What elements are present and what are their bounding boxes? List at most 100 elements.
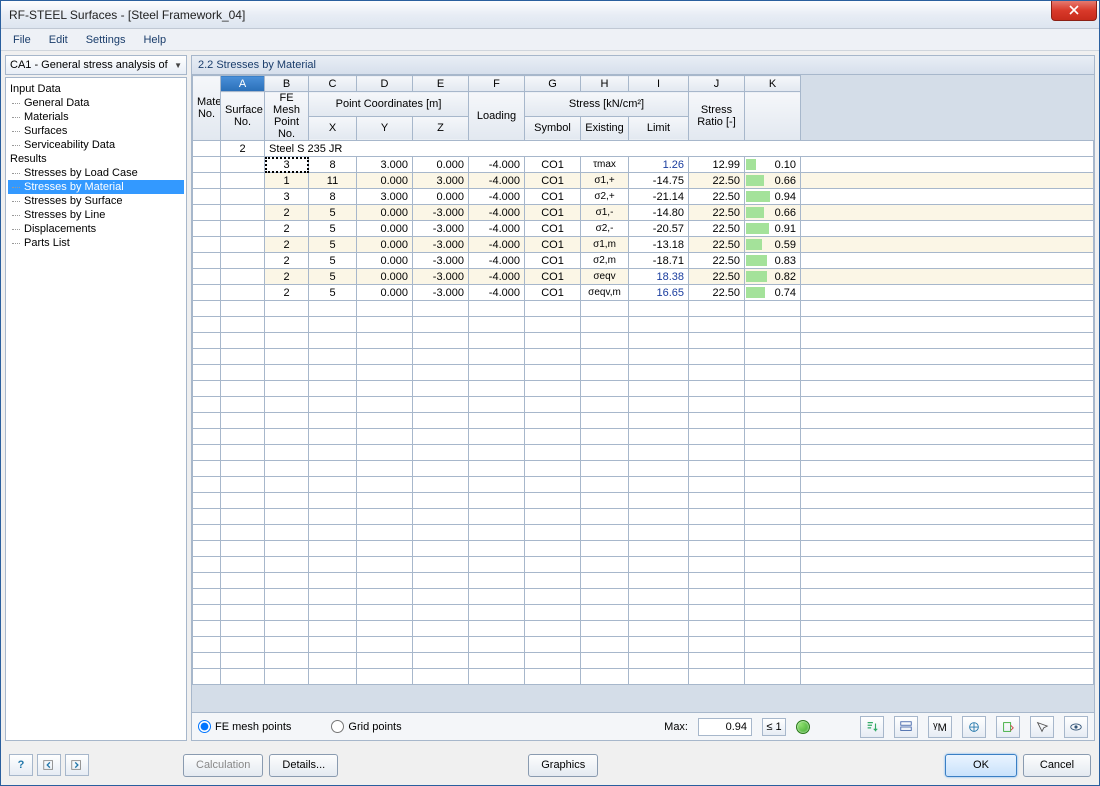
- col-J[interactable]: J: [689, 76, 745, 92]
- hdr-existing[interactable]: Existing: [581, 116, 629, 141]
- table-row[interactable]: 2 5 0.000 -3.000 -4.000 CO1 σ1,m -13.18 …: [193, 237, 1094, 253]
- hdr-y[interactable]: Y: [357, 116, 413, 141]
- tool-view-button[interactable]: [1064, 716, 1088, 738]
- cell-ratio[interactable]: 0.10: [745, 157, 801, 173]
- col-A[interactable]: A: [221, 76, 265, 92]
- tree-parts-list[interactable]: Parts List: [8, 236, 184, 250]
- cell-k[interactable]: [801, 237, 1094, 253]
- cell-existing[interactable]: -14.80: [629, 205, 689, 221]
- hdr-material-no[interactable]: MaterialNo.: [193, 76, 221, 141]
- results-table[interactable]: MaterialNo. A B C D E F G H I J K: [192, 75, 1094, 685]
- cell-limit[interactable]: 22.50: [689, 189, 745, 205]
- cell-symbol[interactable]: σeqv: [581, 269, 629, 285]
- tree-general-data[interactable]: General Data: [8, 96, 184, 110]
- cell-x[interactable]: 0.000: [357, 253, 413, 269]
- cell-point[interactable]: 5: [309, 269, 357, 285]
- cell-existing[interactable]: -18.71: [629, 253, 689, 269]
- cancel-button[interactable]: Cancel: [1023, 754, 1091, 777]
- cell-loading[interactable]: CO1: [525, 285, 581, 301]
- cell-x[interactable]: 0.000: [357, 269, 413, 285]
- group-row[interactable]: 2Steel S 235 JR: [193, 141, 1094, 157]
- row-header[interactable]: [193, 157, 221, 173]
- hdr-stress-group[interactable]: Stress [kN/cm²]: [525, 92, 689, 117]
- cell-k[interactable]: [801, 205, 1094, 221]
- cell-x[interactable]: 0.000: [357, 221, 413, 237]
- table-row[interactable]: 2 5 0.000 -3.000 -4.000 CO1 σeqv 18.38 2…: [193, 269, 1094, 285]
- cell-matno[interactable]: [221, 157, 265, 173]
- col-C[interactable]: C: [309, 76, 357, 92]
- cell-loading[interactable]: CO1: [525, 269, 581, 285]
- col-G[interactable]: G: [525, 76, 581, 92]
- help-button[interactable]: ?: [9, 754, 33, 776]
- cell-existing[interactable]: 16.65: [629, 285, 689, 301]
- cell-existing[interactable]: 18.38: [629, 269, 689, 285]
- grid[interactable]: MaterialNo. A B C D E F G H I J K: [191, 75, 1095, 713]
- tool-ratio-button[interactable]: γM: [928, 716, 952, 738]
- cell-z[interactable]: -4.000: [469, 221, 525, 237]
- close-button[interactable]: [1051, 1, 1097, 21]
- cell-matno[interactable]: [221, 253, 265, 269]
- cell-matno[interactable]: [221, 285, 265, 301]
- cell-z[interactable]: -4.000: [469, 285, 525, 301]
- radio-grid-points-input[interactable]: [331, 720, 344, 733]
- cell-surface[interactable]: 2: [265, 285, 309, 301]
- ok-button[interactable]: OK: [945, 754, 1017, 777]
- hdr-loading[interactable]: Loading: [469, 92, 525, 141]
- cell-point[interactable]: 5: [309, 253, 357, 269]
- row-header[interactable]: [193, 269, 221, 285]
- cell-matno[interactable]: [221, 221, 265, 237]
- cell-symbol[interactable]: σeqv,m: [581, 285, 629, 301]
- cell-z[interactable]: -4.000: [469, 269, 525, 285]
- menu-help[interactable]: Help: [135, 32, 174, 48]
- tree-by-line[interactable]: Stresses by Line: [8, 208, 184, 222]
- cell-x[interactable]: 0.000: [357, 173, 413, 189]
- tool-filter-button[interactable]: [894, 716, 918, 738]
- hdr-fe-mesh[interactable]: FE MeshPoint No.: [265, 92, 309, 141]
- row-header[interactable]: [193, 189, 221, 205]
- hdr-limit[interactable]: Limit: [629, 116, 689, 141]
- menu-edit[interactable]: Edit: [41, 32, 76, 48]
- row-header[interactable]: [193, 205, 221, 221]
- row-header[interactable]: [193, 253, 221, 269]
- cell-ratio[interactable]: 0.74: [745, 285, 801, 301]
- cell-y[interactable]: -3.000: [413, 205, 469, 221]
- cell-x[interactable]: 3.000: [357, 157, 413, 173]
- tree-by-load-case[interactable]: Stresses by Load Case: [8, 166, 184, 180]
- row-header[interactable]: [193, 285, 221, 301]
- tool-globe-button[interactable]: [962, 716, 986, 738]
- tree-serviceability[interactable]: Serviceability Data: [8, 138, 184, 152]
- cell-y[interactable]: -3.000: [413, 285, 469, 301]
- cell-x[interactable]: 3.000: [357, 189, 413, 205]
- cell-symbol[interactable]: σ2,m: [581, 253, 629, 269]
- next-button[interactable]: [65, 754, 89, 776]
- cell-limit[interactable]: 22.50: [689, 173, 745, 189]
- calculation-button[interactable]: Calculation: [183, 754, 263, 777]
- cell-limit[interactable]: 22.50: [689, 205, 745, 221]
- cell-symbol[interactable]: σ1,-: [581, 205, 629, 221]
- cell-point[interactable]: 5: [309, 221, 357, 237]
- table-row[interactable]: 2 5 0.000 -3.000 -4.000 CO1 σ1,- -14.80 …: [193, 205, 1094, 221]
- cell-symbol[interactable]: σ2,-: [581, 221, 629, 237]
- cell-existing[interactable]: -20.57: [629, 221, 689, 237]
- tree-surfaces[interactable]: Surfaces: [8, 124, 184, 138]
- cell-surface[interactable]: 1: [265, 173, 309, 189]
- cell-z[interactable]: -4.000: [469, 173, 525, 189]
- cell-ratio[interactable]: 0.59: [745, 237, 801, 253]
- cell-surface[interactable]: 2: [265, 221, 309, 237]
- hdr-ratio[interactable]: StressRatio [-]: [689, 92, 745, 141]
- details-button[interactable]: Details...: [269, 754, 338, 777]
- hdr-surface-no[interactable]: SurfaceNo.: [221, 92, 265, 141]
- cell-surface[interactable]: 3: [265, 189, 309, 205]
- tree-by-material[interactable]: Stresses by Material: [8, 180, 184, 194]
- cell-point[interactable]: 5: [309, 205, 357, 221]
- cell-symbol[interactable]: σ1,+: [581, 173, 629, 189]
- radio-fe-mesh-input[interactable]: [198, 720, 211, 733]
- table-row[interactable]: 3 8 3.000 0.000 -4.000 CO1 σ2,+ -21.14 2…: [193, 189, 1094, 205]
- hdr-symbol[interactable]: Symbol: [525, 116, 581, 141]
- tool-sort-button[interactable]: [860, 716, 884, 738]
- cell-limit[interactable]: 22.50: [689, 269, 745, 285]
- cell-y[interactable]: -3.000: [413, 269, 469, 285]
- col-I[interactable]: I: [629, 76, 689, 92]
- cell-y[interactable]: 3.000: [413, 173, 469, 189]
- cell-point[interactable]: 5: [309, 285, 357, 301]
